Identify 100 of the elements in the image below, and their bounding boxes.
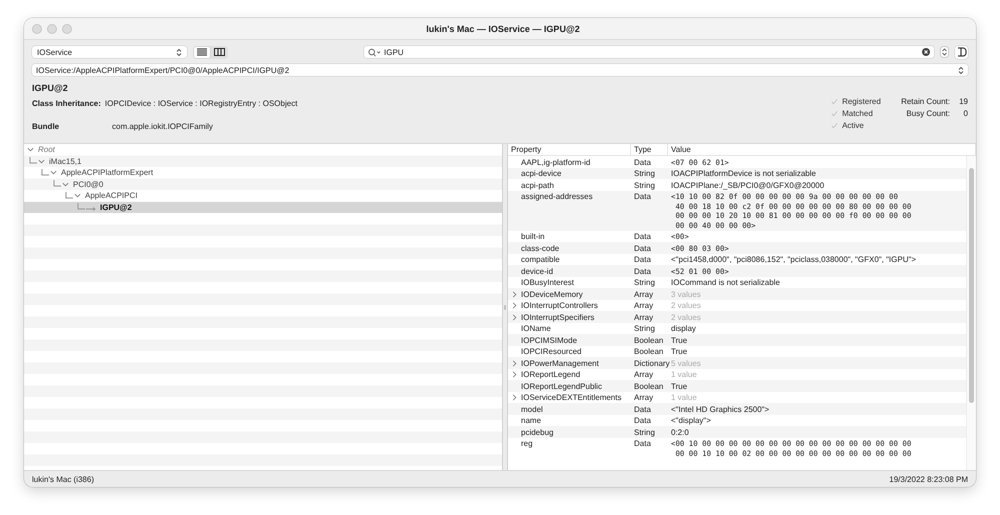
column-header[interactable]: Property <box>508 144 631 155</box>
property-name: model <box>521 404 543 414</box>
property-name: IOName <box>521 324 551 334</box>
tree-row[interactable]: PCI0@0 <box>24 178 502 190</box>
count-label: Busy Count: <box>906 109 950 118</box>
tree-row[interactable]: IGPU@2 <box>24 202 502 213</box>
property-name: IOInterruptControllers <box>521 301 598 310</box>
count-label: Retain Count: <box>901 97 950 106</box>
property-name: IOPowerManagement <box>521 358 599 368</box>
count-value: 0 <box>962 109 968 118</box>
search-icon <box>368 48 381 56</box>
machine-name: lukin's Mac (i386) <box>32 474 94 484</box>
property-name: device-id <box>521 266 554 276</box>
tree-row[interactable]: AppleACPIPCI <box>24 190 502 202</box>
property-type: Data <box>634 404 651 414</box>
property-value: True <box>671 336 688 346</box>
property-name: IOBusyInterest <box>521 278 574 288</box>
property-type: Data <box>634 439 651 448</box>
property-name: IOPCIMSIMode <box>521 336 578 345</box>
scrollbar-thumb[interactable] <box>969 168 974 403</box>
property-value: IOACPIPlane:/_SB/PCI0@0/GFX0@20000 <box>671 180 824 190</box>
property-name: IODeviceMemory <box>521 290 583 299</box>
path-popup[interactable]: IOService:/AppleACPIPlatformExpert/PCI0@0/AppleACPIPCI/IGPU@2 <box>32 64 968 76</box>
flag-label: Matched <box>842 109 873 118</box>
property-value: True <box>671 382 688 392</box>
chevron-icon[interactable] <box>511 394 518 402</box>
property-type: Array <box>634 370 654 380</box>
property-type: String <box>634 278 655 288</box>
tree-row[interactable]: iMac15,1 <box>24 156 502 167</box>
clear-icon[interactable] <box>922 48 930 56</box>
chevron-icon[interactable] <box>74 192 81 200</box>
search-field[interactable]: IGPU <box>364 46 934 58</box>
node-label: AppleACPIPCI <box>85 191 138 200</box>
column-header[interactable]: Type <box>631 144 668 155</box>
property-name: class-code <box>521 244 560 253</box>
property-name: built-in <box>521 232 545 242</box>
property-type: Array <box>634 290 654 299</box>
property-type: Boolean <box>634 347 664 356</box>
property-type: String <box>634 428 655 437</box>
timestamp: 19/3/2022 8:23:08 PM <box>889 474 968 484</box>
property-name: acpi-path <box>521 180 554 190</box>
property-name: IOReportLegendPublic <box>521 382 602 391</box>
property-type: Dictionary <box>634 358 670 368</box>
node-label: Root <box>38 145 55 154</box>
property-value: 0:2:0 <box>671 428 689 438</box>
list-view-button[interactable] <box>194 46 210 58</box>
property-value: 1 value <box>671 393 697 404</box>
property-value: 5 values <box>671 358 701 369</box>
property-name: name <box>521 416 542 426</box>
property-type: Boolean <box>634 382 664 391</box>
property-name: acpi-device <box>521 169 562 178</box>
object-name: IGPU@2 <box>32 83 69 93</box>
property-name: IOReportLegend <box>521 370 580 380</box>
inspector-toggle-button[interactable] <box>955 46 968 58</box>
flag-label: Registered <box>842 97 881 106</box>
node-label: AppleACPIPlatformExpert <box>61 168 154 178</box>
chevron-icon[interactable] <box>62 180 69 188</box>
field-label: Bundle <box>32 122 60 131</box>
property-type: String <box>634 180 655 190</box>
column-view-button[interactable] <box>211 46 227 58</box>
property-value: 3 values <box>671 290 701 300</box>
column-header[interactable]: Value <box>668 144 976 155</box>
property-type: Data <box>634 416 651 426</box>
field-label: Class Inheritance: <box>32 99 101 108</box>
plane-popup[interactable]: IOService <box>32 46 187 58</box>
property-name: compatible <box>521 255 560 264</box>
property-value: 2 values <box>671 301 701 312</box>
class-inheritance: IOPCIDevice : IOService : IORegistryEntry : OSObject <box>104 99 298 108</box>
window-title: lukin's Mac — IOService — IGPU@2 <box>425 24 581 34</box>
count-value: 19 <box>958 97 968 106</box>
chevron-icon[interactable] <box>38 158 45 165</box>
property-type: Array <box>634 393 654 402</box>
property-type: Array <box>634 312 654 322</box>
property-name: assigned-addresses <box>521 192 593 201</box>
node-label: IGPU@2 <box>100 202 132 212</box>
property-name: IOInterruptSpecifiers <box>521 312 594 322</box>
property-value: display <box>671 324 696 334</box>
property-type: Data <box>634 232 651 242</box>
property-value: IOCommand is not serializable <box>671 278 780 288</box>
stepper-icon[interactable] <box>940 46 949 58</box>
tree-row[interactable]: AppleACPIPlatformExpert <box>24 167 502 178</box>
property-name: IOPCIResourced <box>521 347 582 356</box>
property-type: Data <box>634 266 651 276</box>
property-name: pcidebug <box>521 428 554 437</box>
property-type: Data <box>634 158 651 166</box>
property-name: AAPL,ig-platform-id <box>521 158 590 166</box>
property-value: 1 value <box>671 370 697 380</box>
bundle-id: com.apple.iokit.IOPCIFamily <box>112 122 213 131</box>
property-name: IOServiceDEXTEntitlements <box>521 393 622 402</box>
property-type: Array <box>634 301 654 310</box>
tree-row[interactable]: Root <box>24 144 502 156</box>
property-value: 2 values <box>671 312 701 323</box>
property-type: Boolean <box>634 336 664 345</box>
property-value: True <box>671 347 688 358</box>
chevron-icon[interactable] <box>27 146 34 154</box>
property-type: Data <box>634 244 651 253</box>
property-value: <"Intel HD Graphics 2500"> <box>671 404 770 415</box>
property-value: IOACPIPlatformDevice is not serializable <box>671 169 816 179</box>
chevron-icon[interactable] <box>50 169 57 176</box>
property-type: Data <box>634 192 651 201</box>
